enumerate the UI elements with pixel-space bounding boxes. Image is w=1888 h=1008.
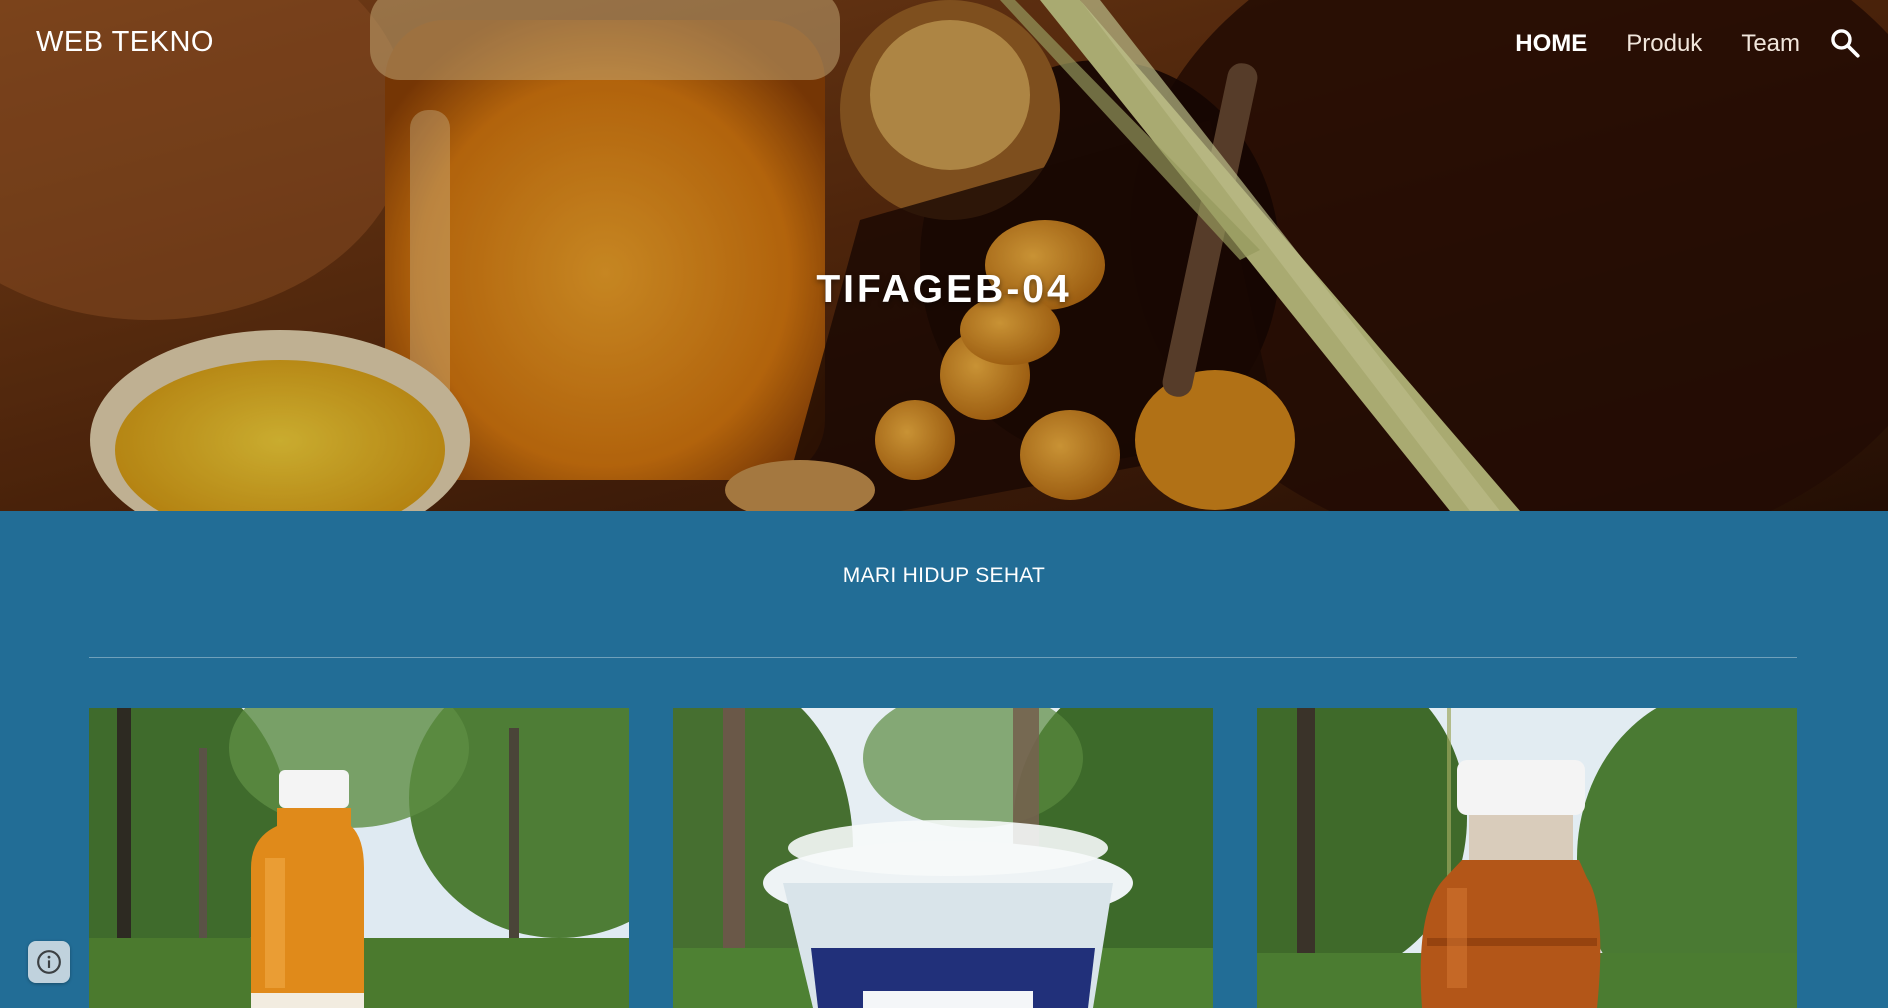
search-button[interactable] — [1828, 26, 1862, 60]
product-card-1[interactable] — [89, 708, 629, 1008]
brown-drink-bottle-image — [1257, 708, 1797, 1008]
section-divider — [89, 657, 1797, 658]
product-gallery — [89, 708, 1797, 1008]
search-icon — [1831, 29, 1860, 58]
hero-banner: WEB TEKNO HOME Produk Team TIFAGEB-04 — [0, 0, 1888, 511]
product-card-2[interactable] — [673, 708, 1213, 1008]
site-title[interactable]: WEB TEKNO — [36, 26, 214, 59]
product-card-3[interactable] — [1257, 708, 1797, 1008]
nav-item-home[interactable]: HOME — [1515, 30, 1587, 58]
site-info-button[interactable] — [28, 941, 70, 983]
info-icon — [37, 950, 61, 974]
nav-item-produk[interactable]: Produk — [1626, 30, 1702, 58]
hero-title: TIFAGEB-04 — [816, 268, 1072, 311]
nav-item-team[interactable]: Team — [1741, 30, 1800, 58]
tagline: MARI HIDUP SEHAT — [842, 564, 1046, 587]
blue-drink-cup-image — [673, 708, 1213, 1008]
turmeric-bottle-image — [89, 708, 629, 1008]
hero-overlay — [0, 0, 1888, 511]
main-nav: HOME Produk Team — [1515, 30, 1800, 58]
